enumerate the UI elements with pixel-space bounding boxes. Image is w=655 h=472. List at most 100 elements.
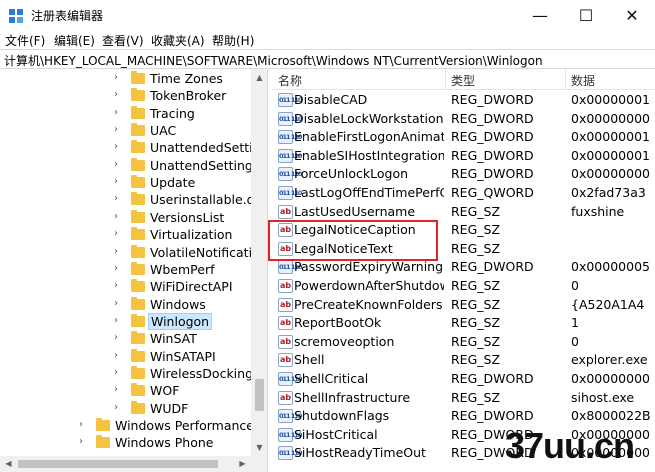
value-row[interactable]: 011 110 ShutdownFlags REG_DWORD 0x8000022B [272,407,655,426]
folder-icon [131,123,145,137]
value-row[interactable]: 011 110EnableFirstLogonAnimation REG_DWOR… [272,128,655,147]
tree-horizontal-scrollbar[interactable]: ◀ ▶ [0,456,267,472]
folder-icon [131,365,145,379]
folder-icon [131,227,145,241]
value-data: 0x00000000 [571,371,650,386]
value-type: REG_SZ [451,352,501,368]
menu-view[interactable]: 查看(V) [102,32,144,49]
value-row[interactable]: 011 110 ShellCritical REG_DWORD 0x00000000 [272,370,655,389]
value-data: 0x2fad73a3 [571,185,646,200]
address-path[interactable]: 计算机\HKEY_LOCAL_MACHINE\SOFTWARE\Microsof… [4,52,543,69]
folder-icon [131,244,145,258]
window-title: 注册表编辑器 [31,9,104,23]
minimize-button[interactable]: — [517,0,563,30]
value-row[interactable]: ab Shell REG_SZ explorer.exe [272,351,655,370]
scroll-up-arrow-icon[interactable]: ▲ [251,69,267,86]
title-bar: 注册表编辑器 — ☐ ✕ [0,0,655,30]
value-name: ReportBootOk [294,315,382,331]
string-value-icon: ab [278,353,293,368]
value-row[interactable]: ab ReportBootOk REG_SZ 1 [272,314,655,333]
expand-chevron-icon[interactable]: › [114,176,118,187]
menu-file[interactable]: 文件(F) [5,32,45,49]
value-type: REG_DWORD [451,110,534,126]
tree-item-label: Time Zones [150,71,223,86]
value-row[interactable]: ab LastUsedUsername REG_SZ fuxshine [272,203,655,222]
value-row[interactable]: 011 110 ForceUnlockLogon REG_DWORD 0x000000… [272,165,655,184]
expand-chevron-icon[interactable]: › [114,89,118,100]
value-row[interactable]: ab scremoveoption REG_SZ 0 [272,333,655,352]
expand-chevron-icon[interactable]: › [114,72,118,83]
expand-chevron-icon[interactable]: › [114,246,118,257]
column-type-header[interactable]: 类型 [451,72,475,89]
value-row[interactable]: ab PreCreateKnownFolders REG_SZ {A520A1A4 [272,296,655,315]
value-data: 0x00000001 [571,92,650,107]
column-divider[interactable] [565,69,566,90]
value-data: {A520A1A4 [571,296,645,312]
tree-item-label: TokenBroker [150,88,227,104]
folder-icon [131,140,145,154]
menu-edit[interactable]: 编辑(E) [54,32,95,49]
tree-vertical-scrollbar[interactable]: ▲ ▼ [251,69,267,456]
scroll-thumb[interactable] [18,460,218,468]
expand-chevron-icon[interactable]: › [114,107,118,118]
expand-chevron-icon[interactable]: › [114,367,118,378]
value-name: PreCreateKnownFolders [294,296,443,312]
value-type: REG_DWORD [451,166,534,182]
expand-chevron-icon[interactable]: › [114,402,118,413]
expand-chevron-icon[interactable]: › [114,298,118,309]
value-name: SiHostCritical [294,426,378,442]
expand-chevron-icon[interactable]: › [114,193,118,204]
expand-chevron-icon[interactable]: › [114,159,118,170]
close-button[interactable]: ✕ [609,0,655,30]
expand-chevron-icon[interactable]: › [79,436,83,447]
folder-icon [131,192,145,206]
menu-help[interactable]: 帮助(H) [212,32,254,49]
value-type: REG_SZ [451,222,501,238]
value-name: scremoveoption [294,333,395,349]
key-tree-pane[interactable]: › Time Zones › TokenBroker › Tracing › UAC › Unat… [0,69,268,472]
expand-chevron-icon[interactable]: › [114,384,118,395]
value-type: REG_SZ [451,278,501,293]
scroll-thumb[interactable] [255,379,264,411]
expand-chevron-icon[interactable]: › [114,350,118,361]
column-divider[interactable] [445,69,446,90]
values-pane[interactable]: 名称 类型 数据 011 110 DisableCAD REG_DWORD 0x000… [272,69,655,472]
value-name: LastUsedUsername [294,203,416,219]
value-row[interactable]: 011 110 EnableSIHostIntegration REG_DWORD 0… [272,147,655,166]
expand-chevron-icon[interactable]: › [114,141,118,152]
value-name: PowerdownAfterShutdown [294,278,444,293]
value-row[interactable]: 011 110LastLogOffEndTimePerfCounter REG_Q… [272,184,655,203]
tree-item-label: Windows Phone [115,435,214,451]
scroll-right-arrow-icon[interactable]: ▶ [234,456,251,472]
folder-icon [96,418,110,431]
value-name: PasswordExpiryWarning [294,259,444,275]
value-name: EnableSIHostIntegration [294,147,444,163]
tree-item-label: VersionsList [150,209,225,225]
value-data: 0x00000001 [571,147,650,163]
menu-favorites[interactable]: 收藏夹(A) [151,32,205,49]
column-data-header[interactable]: 数据 [571,72,595,89]
scroll-down-arrow-icon[interactable]: ▼ [251,439,267,456]
expand-chevron-icon[interactable]: › [114,332,118,343]
value-row[interactable]: ab ShellInfrastructure REG_SZ sihost.exe [272,389,655,408]
value-data: 0x8000022B [571,408,651,424]
scroll-left-arrow-icon[interactable]: ◀ [0,456,17,472]
expand-chevron-icon[interactable]: › [114,124,118,135]
address-bar[interactable]: 计算机\HKEY_LOCAL_MACHINE\SOFTWARE\Microsof… [0,49,655,69]
value-type: REG_QWORD [451,185,534,200]
expand-chevron-icon[interactable]: › [79,419,83,430]
value-row[interactable]: 011 110 DisableCAD REG_DWORD 0x00000001 [272,91,655,110]
value-row[interactable]: 011 110 PasswordExpiryWarning REG_DWORD 0x0… [272,258,655,277]
expand-chevron-icon[interactable]: › [114,315,118,326]
expand-chevron-icon[interactable]: › [114,263,118,274]
maximize-button[interactable]: ☐ [563,0,609,30]
value-type: REG_SZ [451,315,501,331]
value-row[interactable]: ab PowerdownAfterShutdown REG_SZ 0 [272,277,655,296]
value-row[interactable]: 011 110 DisableLockWorkstation REG_DWORD 0x… [272,110,655,129]
expand-chevron-icon[interactable]: › [114,211,118,222]
expand-chevron-icon[interactable]: › [114,228,118,239]
binary-value-icon: 011 110 [278,111,302,126]
column-name-header[interactable]: 名称 [278,72,302,89]
folder-icon [131,313,145,327]
expand-chevron-icon[interactable]: › [114,280,118,291]
